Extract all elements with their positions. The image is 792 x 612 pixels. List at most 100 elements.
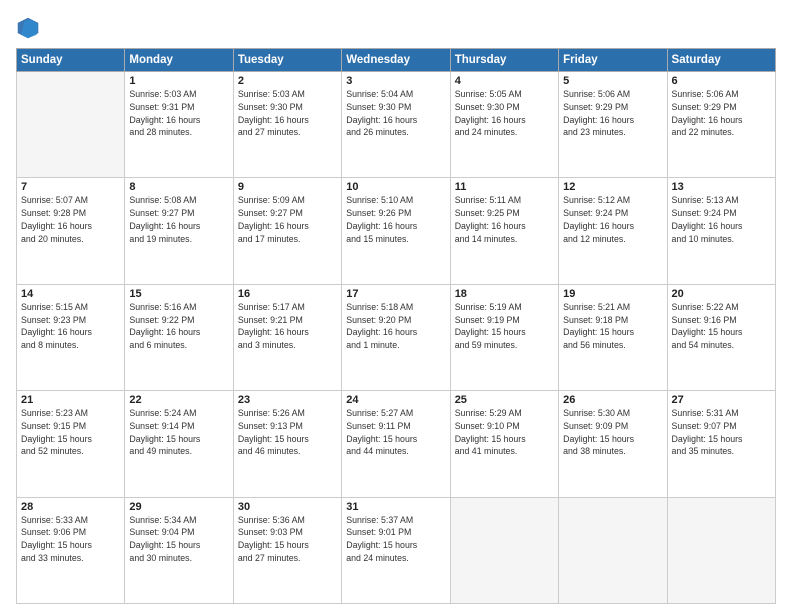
day-info: Sunrise: 5:04 AM Sunset: 9:30 PM Dayligh… (346, 88, 445, 139)
weekday-header-row: SundayMondayTuesdayWednesdayThursdayFrid… (17, 49, 776, 72)
day-number: 19 (563, 288, 662, 300)
day-number: 10 (346, 181, 445, 193)
day-info: Sunrise: 5:11 AM Sunset: 9:25 PM Dayligh… (455, 194, 554, 245)
day-number: 26 (563, 394, 662, 406)
week-row-2: 7Sunrise: 5:07 AM Sunset: 9:28 PM Daylig… (17, 178, 776, 284)
day-info: Sunrise: 5:05 AM Sunset: 9:30 PM Dayligh… (455, 88, 554, 139)
week-row-3: 14Sunrise: 5:15 AM Sunset: 9:23 PM Dayli… (17, 284, 776, 390)
day-number: 30 (238, 501, 337, 513)
calendar-cell: 16Sunrise: 5:17 AM Sunset: 9:21 PM Dayli… (233, 284, 341, 390)
weekday-header-saturday: Saturday (667, 49, 775, 72)
day-info: Sunrise: 5:18 AM Sunset: 9:20 PM Dayligh… (346, 301, 445, 352)
day-info: Sunrise: 5:03 AM Sunset: 9:31 PM Dayligh… (129, 88, 228, 139)
calendar-cell: 21Sunrise: 5:23 AM Sunset: 9:15 PM Dayli… (17, 391, 125, 497)
weekday-header-tuesday: Tuesday (233, 49, 341, 72)
weekday-header-monday: Monday (125, 49, 233, 72)
day-info: Sunrise: 5:12 AM Sunset: 9:24 PM Dayligh… (563, 194, 662, 245)
day-info: Sunrise: 5:31 AM Sunset: 9:07 PM Dayligh… (672, 407, 771, 458)
day-info: Sunrise: 5:34 AM Sunset: 9:04 PM Dayligh… (129, 514, 228, 565)
calendar-cell (17, 72, 125, 178)
day-number: 29 (129, 501, 228, 513)
calendar-cell: 19Sunrise: 5:21 AM Sunset: 9:18 PM Dayli… (559, 284, 667, 390)
day-info: Sunrise: 5:24 AM Sunset: 9:14 PM Dayligh… (129, 407, 228, 458)
calendar-cell: 24Sunrise: 5:27 AM Sunset: 9:11 PM Dayli… (342, 391, 450, 497)
day-number: 24 (346, 394, 445, 406)
day-info: Sunrise: 5:07 AM Sunset: 9:28 PM Dayligh… (21, 194, 120, 245)
day-number: 8 (129, 181, 228, 193)
calendar-cell (667, 497, 775, 603)
calendar-cell: 4Sunrise: 5:05 AM Sunset: 9:30 PM Daylig… (450, 72, 558, 178)
day-number: 14 (21, 288, 120, 300)
calendar-cell: 23Sunrise: 5:26 AM Sunset: 9:13 PM Dayli… (233, 391, 341, 497)
calendar-cell: 14Sunrise: 5:15 AM Sunset: 9:23 PM Dayli… (17, 284, 125, 390)
day-info: Sunrise: 5:06 AM Sunset: 9:29 PM Dayligh… (563, 88, 662, 139)
weekday-header-thursday: Thursday (450, 49, 558, 72)
day-info: Sunrise: 5:37 AM Sunset: 9:01 PM Dayligh… (346, 514, 445, 565)
day-number: 11 (455, 181, 554, 193)
calendar-cell: 8Sunrise: 5:08 AM Sunset: 9:27 PM Daylig… (125, 178, 233, 284)
day-info: Sunrise: 5:36 AM Sunset: 9:03 PM Dayligh… (238, 514, 337, 565)
calendar-cell: 29Sunrise: 5:34 AM Sunset: 9:04 PM Dayli… (125, 497, 233, 603)
calendar-cell: 13Sunrise: 5:13 AM Sunset: 9:24 PM Dayli… (667, 178, 775, 284)
calendar-cell: 22Sunrise: 5:24 AM Sunset: 9:14 PM Dayli… (125, 391, 233, 497)
day-info: Sunrise: 5:06 AM Sunset: 9:29 PM Dayligh… (672, 88, 771, 139)
day-info: Sunrise: 5:23 AM Sunset: 9:15 PM Dayligh… (21, 407, 120, 458)
day-number: 28 (21, 501, 120, 513)
day-info: Sunrise: 5:27 AM Sunset: 9:11 PM Dayligh… (346, 407, 445, 458)
week-row-1: 1Sunrise: 5:03 AM Sunset: 9:31 PM Daylig… (17, 72, 776, 178)
calendar-cell: 1Sunrise: 5:03 AM Sunset: 9:31 PM Daylig… (125, 72, 233, 178)
logo-icon (16, 16, 40, 40)
calendar-cell: 28Sunrise: 5:33 AM Sunset: 9:06 PM Dayli… (17, 497, 125, 603)
calendar-cell (450, 497, 558, 603)
day-number: 23 (238, 394, 337, 406)
calendar-cell: 12Sunrise: 5:12 AM Sunset: 9:24 PM Dayli… (559, 178, 667, 284)
header (16, 16, 776, 40)
day-number: 18 (455, 288, 554, 300)
day-info: Sunrise: 5:22 AM Sunset: 9:16 PM Dayligh… (672, 301, 771, 352)
day-info: Sunrise: 5:16 AM Sunset: 9:22 PM Dayligh… (129, 301, 228, 352)
day-number: 7 (21, 181, 120, 193)
weekday-header-wednesday: Wednesday (342, 49, 450, 72)
logo (16, 16, 44, 40)
day-info: Sunrise: 5:15 AM Sunset: 9:23 PM Dayligh… (21, 301, 120, 352)
day-number: 15 (129, 288, 228, 300)
day-info: Sunrise: 5:30 AM Sunset: 9:09 PM Dayligh… (563, 407, 662, 458)
calendar-cell: 17Sunrise: 5:18 AM Sunset: 9:20 PM Dayli… (342, 284, 450, 390)
day-number: 6 (672, 75, 771, 87)
day-number: 17 (346, 288, 445, 300)
calendar-cell: 20Sunrise: 5:22 AM Sunset: 9:16 PM Dayli… (667, 284, 775, 390)
calendar-cell: 3Sunrise: 5:04 AM Sunset: 9:30 PM Daylig… (342, 72, 450, 178)
calendar-cell: 9Sunrise: 5:09 AM Sunset: 9:27 PM Daylig… (233, 178, 341, 284)
calendar-cell: 7Sunrise: 5:07 AM Sunset: 9:28 PM Daylig… (17, 178, 125, 284)
day-number: 21 (21, 394, 120, 406)
calendar-cell: 5Sunrise: 5:06 AM Sunset: 9:29 PM Daylig… (559, 72, 667, 178)
calendar-cell: 31Sunrise: 5:37 AM Sunset: 9:01 PM Dayli… (342, 497, 450, 603)
weekday-header-sunday: Sunday (17, 49, 125, 72)
day-number: 22 (129, 394, 228, 406)
week-row-4: 21Sunrise: 5:23 AM Sunset: 9:15 PM Dayli… (17, 391, 776, 497)
calendar: SundayMondayTuesdayWednesdayThursdayFrid… (16, 48, 776, 604)
weekday-header-friday: Friday (559, 49, 667, 72)
day-info: Sunrise: 5:33 AM Sunset: 9:06 PM Dayligh… (21, 514, 120, 565)
day-number: 4 (455, 75, 554, 87)
day-number: 5 (563, 75, 662, 87)
day-number: 3 (346, 75, 445, 87)
day-number: 16 (238, 288, 337, 300)
day-number: 13 (672, 181, 771, 193)
day-info: Sunrise: 5:09 AM Sunset: 9:27 PM Dayligh… (238, 194, 337, 245)
day-info: Sunrise: 5:29 AM Sunset: 9:10 PM Dayligh… (455, 407, 554, 458)
day-number: 1 (129, 75, 228, 87)
day-info: Sunrise: 5:03 AM Sunset: 9:30 PM Dayligh… (238, 88, 337, 139)
day-number: 20 (672, 288, 771, 300)
day-info: Sunrise: 5:17 AM Sunset: 9:21 PM Dayligh… (238, 301, 337, 352)
day-info: Sunrise: 5:08 AM Sunset: 9:27 PM Dayligh… (129, 194, 228, 245)
calendar-cell: 6Sunrise: 5:06 AM Sunset: 9:29 PM Daylig… (667, 72, 775, 178)
calendar-cell: 18Sunrise: 5:19 AM Sunset: 9:19 PM Dayli… (450, 284, 558, 390)
day-number: 27 (672, 394, 771, 406)
day-number: 9 (238, 181, 337, 193)
day-number: 12 (563, 181, 662, 193)
page: SundayMondayTuesdayWednesdayThursdayFrid… (0, 0, 792, 612)
day-info: Sunrise: 5:19 AM Sunset: 9:19 PM Dayligh… (455, 301, 554, 352)
day-number: 25 (455, 394, 554, 406)
day-info: Sunrise: 5:13 AM Sunset: 9:24 PM Dayligh… (672, 194, 771, 245)
